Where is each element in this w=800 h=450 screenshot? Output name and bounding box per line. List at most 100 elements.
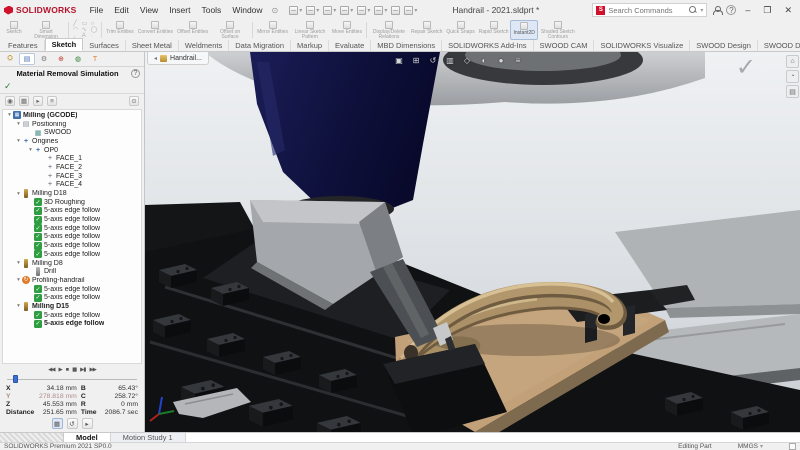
simulation-progress-slider[interactable] <box>7 375 137 383</box>
tree-item-origines[interactable]: ▾Origines <box>3 137 141 146</box>
expand-arrow[interactable]: ▾ <box>27 147 34 153</box>
save-button[interactable]: ▾ <box>322 5 337 16</box>
tree-item-milling-d18[interactable]: ▾Milling D18 <box>3 189 141 198</box>
display-mode-icon[interactable]: ◉ <box>5 96 15 106</box>
expand-arrow[interactable]: ▾ <box>15 121 22 127</box>
document-tab[interactable]: ◂ Handrail... <box>147 52 209 65</box>
offset-on-surface-button[interactable]: Offset on Surface <box>210 20 250 40</box>
rebuild-button[interactable] <box>390 5 401 16</box>
tab-markup[interactable]: Markup <box>291 40 329 51</box>
slider-track[interactable] <box>7 379 137 380</box>
print-button[interactable]: ▾ <box>339 5 354 16</box>
tab-surfaces[interactable]: Surfaces <box>83 40 126 51</box>
swood-cam-manager-tab[interactable]: T <box>87 53 103 65</box>
design-library-icon[interactable]: ◔ <box>786 70 799 83</box>
stock-display-icon[interactable]: ▦ <box>19 96 29 106</box>
slider-thumb[interactable] <box>13 375 18 383</box>
tab-swood-cam[interactable]: SWOOD CAM <box>534 40 595 51</box>
menu-insert[interactable]: Insert <box>164 3 195 17</box>
simulation-mode-icon[interactable]: ▦ <box>52 418 63 429</box>
tree-item-5axis-4[interactable]: 5-axis edge follow <box>3 233 141 242</box>
skip-to-end-button[interactable]: ▶▶ <box>89 367 95 373</box>
trim-entities-button[interactable]: Trim Entities <box>104 20 136 40</box>
motion-study-tab[interactable]: Motion Study 1 <box>111 433 186 442</box>
mirror-entities-button[interactable]: Mirror Entities <box>255 20 290 40</box>
collision-check-icon[interactable]: ≡ <box>47 96 57 106</box>
menu-window[interactable]: Window <box>227 3 267 17</box>
tree-item-5axis-9[interactable]: 5-axis edge follow <box>3 311 141 320</box>
display-style-icon[interactable]: ◐ <box>478 54 490 66</box>
smart-dimension-button[interactable]: Smart Dimension <box>26 20 66 40</box>
redo-button[interactable]: ▾ <box>373 5 388 16</box>
section-view-icon[interactable]: ▥ <box>444 54 456 66</box>
tree-item-3d-roughing[interactable]: 3D Roughing <box>3 198 141 207</box>
tab-sheet-metal[interactable]: Sheet Metal <box>126 40 179 51</box>
model-tab[interactable]: Model <box>64 433 111 442</box>
menu-tools[interactable]: Tools <box>196 3 226 17</box>
rapid-sketch-button[interactable]: Rapid Sketch <box>477 20 511 40</box>
menu-pin-icon[interactable]: ⊙ <box>272 6 279 15</box>
keep-visible-pin-icon[interactable]: ⊙ <box>129 96 139 106</box>
tree-item-face-3[interactable]: FACE_3 <box>3 172 141 181</box>
menu-edit[interactable]: Edit <box>109 3 134 17</box>
sketch-button[interactable]: Sketch <box>2 20 26 40</box>
quick-snaps-button[interactable]: Quick Snaps <box>444 20 476 40</box>
move-entities-button[interactable]: Move Entities <box>330 20 364 40</box>
stop-button[interactable]: ■ <box>66 367 68 373</box>
tree-item-5axis-8[interactable]: 5-axis edge follow <box>3 293 141 302</box>
tree-item-5axis-6[interactable]: 5-axis edge follow <box>3 250 141 259</box>
help-icon[interactable]: ? <box>726 5 736 15</box>
tree-item-milling-d15[interactable]: ▾Milling D15 <box>3 302 141 311</box>
menu-file[interactable]: File <box>85 3 109 17</box>
tree-item-5axis-3[interactable]: 5-axis edge follow <box>3 224 141 233</box>
graphics-viewport[interactable]: ◂ Handrail... ▣ ⊞ ↺ ▥ ◇ ◐ ● ≡ ✓ ⌂ ◔ ▤ <box>145 52 800 432</box>
featuremanager-tab[interactable]: ⛭ <box>2 53 18 65</box>
search-caret-icon[interactable]: ▾ <box>700 7 703 14</box>
tree-item-face-1[interactable]: FACE_1 <box>3 154 141 163</box>
propertymanager-tab[interactable]: ▤ <box>19 53 35 65</box>
tree-item-5axis-2[interactable]: 5-axis edge follow <box>3 215 141 224</box>
instant2d-button[interactable]: Instant2D <box>510 20 537 40</box>
pane-splitter[interactable] <box>0 433 64 442</box>
convert-entities-button[interactable]: Convert Entities <box>136 20 175 40</box>
tab-features[interactable]: Features <box>2 40 45 51</box>
refresh-stock-icon[interactable]: ↺ <box>67 418 78 429</box>
close-button[interactable]: ✕ <box>780 5 796 16</box>
units-selector[interactable]: MMGS▾ <box>738 443 763 450</box>
tree-item-drill[interactable]: Drill <box>3 267 141 276</box>
tree-item-face-4[interactable]: FACE_4 <box>3 181 141 190</box>
options-button[interactable]: ▾ <box>403 5 418 16</box>
confirmation-corner-ok-icon[interactable]: ✓ <box>736 56 756 80</box>
tab-evaluate[interactable]: Evaluate <box>329 40 371 51</box>
view-settings-icon[interactable]: ≡ <box>512 54 524 66</box>
expand-arrow[interactable]: ▾ <box>15 303 22 309</box>
ok-button[interactable]: ✓ <box>4 81 12 91</box>
tree-item-5axis-5[interactable]: 5-axis edge follow <box>3 241 141 250</box>
tab-mbd-dimensions[interactable]: MBD Dimensions <box>371 40 442 51</box>
command-search[interactable]: S ▾ <box>592 3 707 17</box>
menu-view[interactable]: View <box>135 3 163 17</box>
undo-button[interactable]: ▾ <box>356 5 371 16</box>
tree-item-milling-gcode[interactable]: ▾Milling (GCODE) <box>3 111 141 120</box>
minimize-button[interactable]: – <box>741 5 754 15</box>
tab-sketch[interactable]: Sketch <box>45 38 84 51</box>
open-button[interactable]: ▾ <box>305 5 320 16</box>
search-input[interactable] <box>608 6 686 15</box>
tree-item-op0[interactable]: ▾OP0 <box>3 146 141 155</box>
zoom-to-fit-icon[interactable]: ▣ <box>393 54 405 66</box>
shaded-sketch-contours-button[interactable]: Shaded Sketch Contours <box>538 20 578 40</box>
search-icon[interactable] <box>689 6 697 14</box>
expand-arrow[interactable]: ▾ <box>6 112 13 118</box>
tool-display-icon[interactable]: ▸ <box>33 96 43 106</box>
expand-arrow[interactable]: ▾ <box>15 138 22 144</box>
view-orientation-icon[interactable]: ◇ <box>461 54 473 66</box>
repair-sketch-button[interactable]: Repair Sketch <box>409 20 444 40</box>
login-icon[interactable] <box>712 6 721 15</box>
new-document-button[interactable]: ▾ <box>288 5 303 16</box>
advance-step-icon[interactable]: ▸ <box>82 418 93 429</box>
tree-item-5axis-1[interactable]: 5-axis edge follow <box>3 207 141 216</box>
tree-item-profiling-handrail[interactable]: ▾Profiling-handrail <box>3 276 141 285</box>
step-forward-button[interactable]: ▶▮ <box>80 367 85 373</box>
home-tab-icon[interactable]: ⌂ <box>786 55 799 68</box>
skip-to-start-button[interactable]: ◀◀ <box>48 367 54 373</box>
